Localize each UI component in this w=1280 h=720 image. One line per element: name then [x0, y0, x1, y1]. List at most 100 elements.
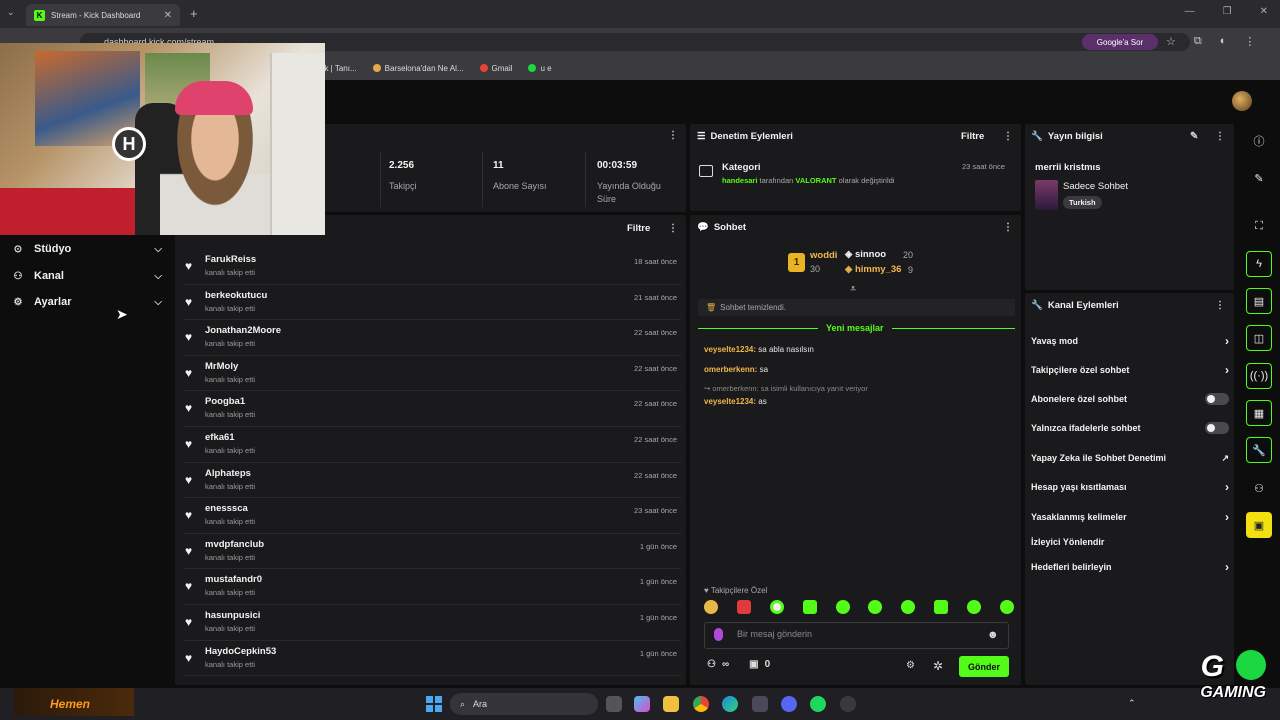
moderation-menu-icon[interactable]: ⋮ [1003, 131, 1013, 142]
edit-icon[interactable]: ✎ [1246, 165, 1272, 191]
channel-action-row[interactable]: Hedefleri belirleyin › [1031, 557, 1229, 577]
tools-icon[interactable]: 🔧 [1246, 437, 1272, 463]
sidebar-item-channel[interactable]: ⚇ Kanal ⌵ [12, 266, 162, 286]
bookmark-item[interactable]: ük | Tanı... [320, 64, 357, 73]
close-window-icon[interactable]: ✕ [1260, 6, 1268, 17]
follower-name[interactable]: MrMoly [205, 361, 238, 372]
emote-icon[interactable] [934, 600, 949, 614]
bookmark-item[interactable]: u e [528, 64, 552, 73]
task-view-icon[interactable] [606, 696, 622, 712]
broadcast-icon[interactable]: ((·)) [1246, 363, 1272, 389]
bookmark-star-icon[interactable]: ☆ [1166, 35, 1176, 48]
taskbar-search[interactable]: ⌕ Ara [450, 693, 598, 715]
channel-action-row[interactable]: Abonelere özel sohbet [1031, 389, 1229, 409]
chat-username[interactable]: veyselte1234: [704, 345, 756, 354]
users-icon[interactable]: ⚇ [1246, 475, 1272, 501]
extensions-icon[interactable]: ⧉ [1194, 35, 1202, 48]
follower-row[interactable]: ♥ MrMoly kanalı takip etti 22 saat önce [183, 356, 681, 392]
follower-row[interactable]: ♥ mustafandr0 kanalı takip etti 1 gün önce [183, 569, 681, 605]
follower-name[interactable]: Jonathan2Moore [205, 325, 281, 336]
channel-action-row[interactable]: Yavaş mod › [1031, 331, 1229, 351]
chat-message[interactable]: veyselte1234: sa abla nasılsın [704, 345, 814, 354]
follower-row[interactable]: ♥ enesssca kanalı takip etti 23 saat önce [183, 498, 681, 534]
emote-icon[interactable] [704, 600, 718, 614]
emote-icon[interactable] [999, 600, 1014, 614]
follower-name[interactable]: berkeokutucu [205, 290, 267, 301]
microphone-icon[interactable] [714, 628, 723, 641]
lightning-icon[interactable]: ϟ [1246, 251, 1272, 277]
follower-row[interactable]: ♥ hasunpusici kanalı takip etti 1 gün önce [183, 605, 681, 641]
channel-action-row[interactable]: İzleyici Yönlendir [1031, 532, 1229, 552]
follower-name[interactable]: mvdpfanclub [205, 539, 264, 550]
follower-name[interactable]: Alphateps [205, 468, 251, 479]
follower-row[interactable]: ♥ Alphateps kanalı takip etti 22 saat önce [183, 463, 681, 499]
edit-stream-info-icon[interactable]: ✎ [1190, 131, 1198, 142]
channel-action-row[interactable]: Yalnızca ifadelerle sohbet [1031, 418, 1229, 438]
layers-icon[interactable]: ▦ [1246, 400, 1272, 426]
emote-icon[interactable] [901, 600, 916, 614]
follower-row[interactable]: ♥ berkeokutucu kanalı takip etti 21 saat ön… [183, 285, 681, 321]
follower-row[interactable]: ♥ FarukReiss kanalı takip etti 18 saat önce [183, 249, 681, 285]
tray-chevron-icon[interactable]: ⌃ [1128, 698, 1136, 709]
chat-settings-icon[interactable]: ⚙ [906, 660, 915, 671]
channel-action-row[interactable]: Hesap yaşı kısıtlaması › [1031, 477, 1229, 497]
follower-name[interactable]: mustafandr0 [205, 574, 262, 585]
store-icon[interactable] [752, 696, 768, 712]
file-explorer-icon[interactable] [663, 696, 679, 712]
emoji-picker-icon[interactable]: ☻ [987, 629, 999, 641]
follower-row[interactable]: ♥ Jonathan2Moore kanalı takip etti 22 saat … [183, 320, 681, 356]
followers-filter-button[interactable]: Filtre [627, 223, 650, 234]
followers-menu-icon[interactable]: ⋮ [668, 223, 678, 234]
follower-name[interactable]: efka61 [205, 432, 235, 443]
profile-icon[interactable]: ◐ [1220, 35, 1227, 48]
follower-row[interactable]: ♥ HaydoCepkin53 kanalı takip etti 1 gün önc… [183, 641, 681, 677]
follower-row[interactable]: ♥ efka61 kanalı takip etti 22 saat önce [183, 427, 681, 463]
chat-icon[interactable]: ◫ [1246, 325, 1272, 351]
browser-tab[interactable]: K Stream - Kick Dashboard ✕ [26, 4, 180, 26]
sidebar-item-studio[interactable]: ⊙ Stüdyo ⌵ [12, 239, 162, 259]
emote-icon[interactable] [769, 600, 784, 614]
follower-name[interactable]: enesssca [205, 503, 248, 514]
toggle-switch[interactable] [1205, 422, 1229, 434]
user-avatar[interactable] [1232, 91, 1252, 111]
chat-username[interactable]: omerberkenn: [704, 365, 757, 374]
chrome-icon[interactable] [693, 696, 709, 712]
emote-icon[interactable] [736, 600, 751, 614]
chat-message[interactable]: veyselte1234: as [704, 397, 767, 406]
copilot-icon[interactable] [634, 696, 650, 712]
edge-icon[interactable] [722, 696, 738, 712]
bookmark-item[interactable]: Gmail [479, 64, 512, 73]
mod-tools-icon[interactable]: ✲ [933, 659, 943, 673]
ad-banner[interactable]: Hemen [14, 688, 134, 716]
new-tab-icon[interactable]: + [190, 6, 198, 21]
stats-menu-icon[interactable]: ⋮ [668, 130, 678, 141]
bookmark-item[interactable]: Barselona'dan Ne Al... [372, 64, 464, 73]
emote-icon[interactable] [868, 600, 883, 614]
chat-menu-icon[interactable]: ⋮ [1003, 222, 1013, 233]
close-tab-icon[interactable]: ✕ [164, 10, 172, 21]
follower-name[interactable]: Poogba1 [205, 396, 245, 407]
emote-icon[interactable] [802, 600, 817, 614]
emote-icon[interactable] [835, 600, 850, 614]
tab-search-icon[interactable]: ⌄ [7, 7, 15, 18]
maximize-icon[interactable]: ❐ [1223, 6, 1232, 17]
windows-start-icon[interactable] [426, 696, 442, 712]
chat-message[interactable]: omerberkenn: sa [704, 365, 768, 374]
menu-icon[interactable]: ⋮ [1244, 35, 1255, 48]
chat-username[interactable]: veyselte1234: [704, 397, 756, 406]
spotify-icon[interactable] [810, 696, 826, 712]
fullscreen-icon[interactable]: ⛶ [1246, 213, 1272, 239]
google-ask-button[interactable]: Google'a Sor [1082, 34, 1158, 50]
minimize-icon[interactable]: — [1185, 6, 1195, 17]
send-button[interactable]: Gönder [959, 656, 1009, 677]
clapper-icon[interactable]: ▣ [1246, 512, 1272, 538]
collapse-leaderboard-icon[interactable]: ⩡ [850, 283, 856, 296]
follower-row[interactable]: ♥ Poogba1 kanalı takip etti 22 saat önce [183, 391, 681, 427]
gift-icon[interactable]: ▣ [749, 659, 758, 670]
channel-actions-menu-icon[interactable]: ⋮ [1215, 300, 1225, 311]
obs-icon[interactable] [840, 696, 856, 712]
discord-icon[interactable] [781, 696, 797, 712]
channel-action-row[interactable]: Takipçilere özel sohbet › [1031, 360, 1229, 380]
moderation-filter-button[interactable]: Filtre [961, 131, 984, 142]
channel-action-row[interactable]: Yasaklanmış kelimeler › [1031, 507, 1229, 527]
